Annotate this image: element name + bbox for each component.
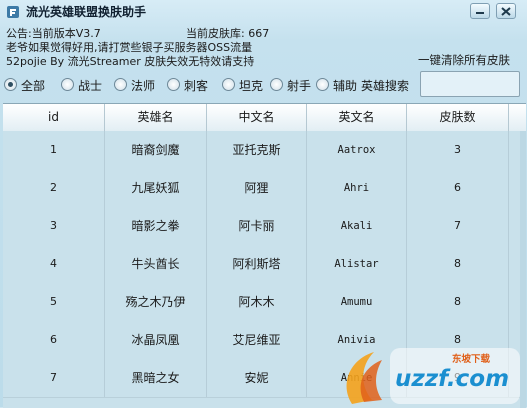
cell-chinese-name: 阿利斯塔 <box>207 245 307 283</box>
cell-chinese-name: 阿狸 <box>207 169 307 207</box>
app-icon <box>6 4 20 18</box>
cell-chinese-name: 阿卡丽 <box>207 207 307 245</box>
cell-chinese-name: 亚托克斯 <box>207 131 307 169</box>
donation-text: 老爷如果觉得好用,请打赏些银子买服务器OSS流量 <box>6 41 253 54</box>
watermark-subtitle: 东坡下载 <box>452 354 491 365</box>
cell-skin-count: 3 <box>407 131 509 169</box>
radio-indicator <box>167 78 180 91</box>
column-header-chinese-name[interactable]: 中文名 <box>207 104 307 131</box>
cell-english-name: Ahri <box>307 169 407 207</box>
cell-english-name: Amumu <box>307 283 407 321</box>
cell-skin-count: 8 <box>407 245 509 283</box>
credits-text: 52pojie By 流光Streamer 皮肤失效无特效请支持 <box>6 55 255 68</box>
title-bar: 流光英雄联盟换肤助手 <box>0 0 527 24</box>
cell-english-name: Aatrox <box>307 131 407 169</box>
hero-search-input[interactable] <box>420 71 520 97</box>
cell-hero-name: 暗影之拳 <box>105 207 207 245</box>
cell-id: 7 <box>3 359 105 397</box>
skin-library-count: 当前皮肤库: 667 <box>186 27 270 40</box>
table-row[interactable]: 5 殇之木乃伊 阿木木 Amumu 8 <box>3 283 526 322</box>
clear-all-skins-button[interactable]: 一键清除所有皮肤 <box>418 52 510 68</box>
table-header: id 英雄名 中文名 英文名 皮肤数 <box>3 104 526 132</box>
cell-hero-name: 殇之木乃伊 <box>105 283 207 321</box>
cell-id: 6 <box>3 321 105 359</box>
cell-id: 3 <box>3 207 105 245</box>
cell-chinese-name: 阿木木 <box>207 283 307 321</box>
cell-id: 2 <box>3 169 105 207</box>
table-row[interactable]: 4 牛头酋长 阿利斯塔 Alistar 8 <box>3 245 526 284</box>
radio-indicator <box>61 78 74 91</box>
radio-indicator <box>222 78 235 91</box>
cell-id: 1 <box>3 131 105 169</box>
table-row[interactable]: 3 暗影之拳 阿卡丽 Akali 7 <box>3 207 526 246</box>
cell-hero-name: 冰晶凤凰 <box>105 321 207 359</box>
cell-skin-count: 6 <box>407 169 509 207</box>
table-row[interactable]: 2 九尾妖狐 阿狸 Ahri 6 <box>3 169 526 208</box>
minimize-icon <box>476 12 484 14</box>
cell-id: 5 <box>3 283 105 321</box>
radio-indicator <box>114 78 127 91</box>
cell-english-name: Alistar <box>307 245 407 283</box>
watermark-text: uzzf.com <box>395 366 510 392</box>
radio-indicator <box>316 78 329 91</box>
column-header-hero-name[interactable]: 英雄名 <box>105 104 207 131</box>
announcement-text: 公告:当前版本V3.7 <box>6 27 101 40</box>
app-window: 流光英雄联盟换肤助手 公告:当前版本V3.7 当前皮肤库: 667 老爷如果觉得… <box>0 0 527 408</box>
column-header-skin-count[interactable]: 皮肤数 <box>407 104 509 131</box>
column-header-english-name[interactable]: 英文名 <box>307 104 407 131</box>
minimize-button[interactable] <box>470 3 490 19</box>
cell-skin-count: 8 <box>407 283 509 321</box>
radio-indicator <box>270 78 283 91</box>
hero-search-label: 英雄搜索 <box>361 79 410 93</box>
cell-id: 4 <box>3 245 105 283</box>
close-button[interactable] <box>496 3 516 19</box>
cell-hero-name: 九尾妖狐 <box>105 169 207 207</box>
cell-chinese-name: 安妮 <box>207 359 307 397</box>
cell-hero-name: 牛头酋长 <box>105 245 207 283</box>
radio-indicator <box>4 78 17 91</box>
table-row[interactable]: 1 暗裔剑魔 亚托克斯 Aatrox 3 <box>3 131 526 170</box>
close-icon <box>501 7 511 16</box>
cell-hero-name: 黑暗之女 <box>105 359 207 397</box>
cell-english-name: Akali <box>307 207 407 245</box>
cell-hero-name: 暗裔剑魔 <box>105 131 207 169</box>
cell-skin-count: 7 <box>407 207 509 245</box>
cell-chinese-name: 艾尼维亚 <box>207 321 307 359</box>
column-header-id[interactable]: id <box>3 104 105 131</box>
window-title: 流光英雄联盟换肤助手 <box>26 5 147 19</box>
